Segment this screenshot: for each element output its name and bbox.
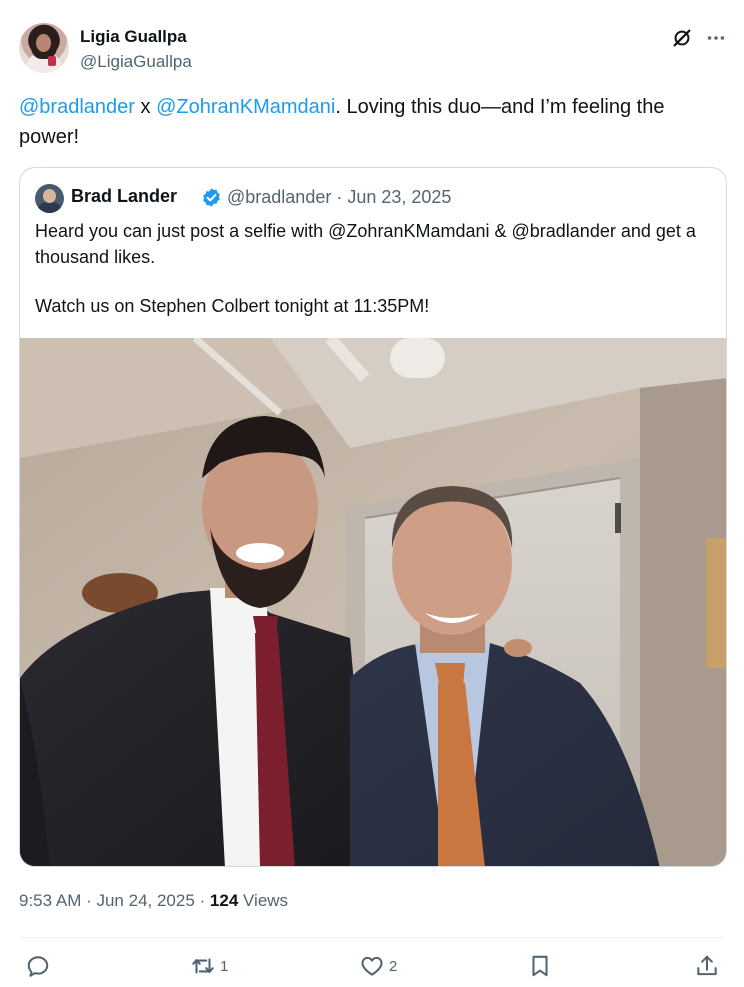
like-count: 2 xyxy=(389,957,398,975)
quoted-tweet-header: Brad Lander @bradlander · Jun 23, 2025 xyxy=(35,184,715,214)
like-icon xyxy=(361,956,383,976)
repost-count: 1 xyxy=(220,957,229,975)
share-icon xyxy=(697,955,717,976)
repost-button[interactable]: 1 xyxy=(190,948,228,984)
verified-icon xyxy=(203,188,220,207)
views-count: 124 xyxy=(209,891,239,910)
author-avatar[interactable] xyxy=(19,23,69,73)
quoted-author-avatar[interactable] xyxy=(35,184,64,213)
mention-link[interactable]: @ZohranKMamdani xyxy=(156,96,335,118)
tweet-timestamp: 9:53 AM · Jun 24, 2025 · 124 Views xyxy=(19,891,288,911)
quoted-tweet-text: Heard you can just post a selfie with @Z… xyxy=(35,218,715,319)
quoted-text-line: Heard you can just post a selfie with @Z… xyxy=(35,221,696,267)
tweet-text-connector: x xyxy=(134,96,157,118)
action-bar: 1 2 xyxy=(0,948,744,984)
quoted-text-line: Watch us on Stephen Colbert tonight at 1… xyxy=(35,296,430,316)
grok-icon[interactable] xyxy=(671,27,693,49)
quoted-tweet-photo[interactable] xyxy=(20,338,727,867)
reply-button[interactable] xyxy=(25,948,55,984)
views-label: Views xyxy=(238,891,289,910)
tweet-text: @bradlander x @ZohranKMamdani. Loving th… xyxy=(19,92,729,152)
tweet-detail: Ligia Guallpa @LigiaGuallpa @bradlander … xyxy=(0,0,744,987)
like-button[interactable]: 2 xyxy=(359,948,397,984)
author-display-name[interactable]: Ligia Guallpa xyxy=(80,27,187,47)
tweet-header: Ligia Guallpa @LigiaGuallpa xyxy=(19,23,729,75)
reply-icon xyxy=(27,956,49,977)
bookmark-icon xyxy=(532,955,548,977)
divider xyxy=(19,937,725,938)
bookmark-button[interactable] xyxy=(527,948,553,984)
mention-link[interactable]: @bradlander xyxy=(19,96,135,118)
author-handle[interactable]: @LigiaGuallpa xyxy=(80,52,192,72)
quoted-tweet[interactable]: Brad Lander @bradlander · Jun 23, 2025 H… xyxy=(19,167,727,867)
more-icon[interactable] xyxy=(705,27,727,49)
time-date[interactable]: 9:53 AM · Jun 24, 2025 · xyxy=(19,891,210,910)
quoted-handle-date: @bradlander · Jun 23, 2025 xyxy=(227,187,452,207)
quoted-author-display-name[interactable]: Brad Lander xyxy=(71,186,177,207)
share-button[interactable] xyxy=(694,948,720,984)
repost-icon xyxy=(192,958,214,974)
